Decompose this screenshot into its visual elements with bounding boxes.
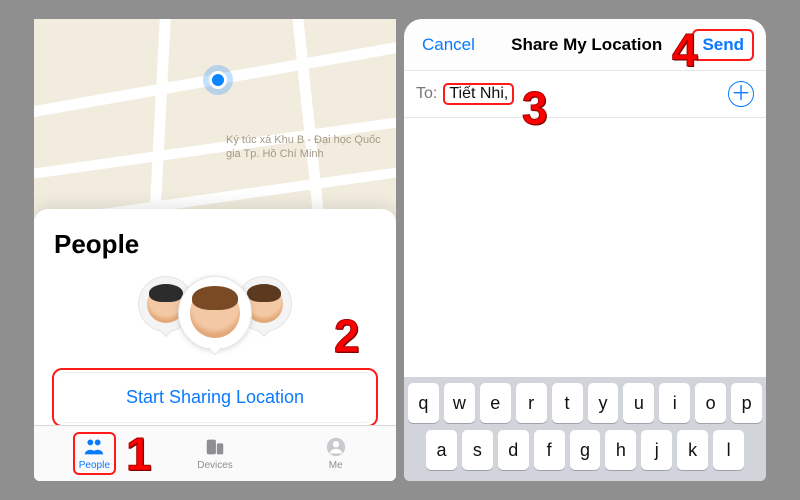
key[interactable]: e [480, 383, 511, 423]
tab-label: Me [329, 460, 343, 471]
add-contact-button[interactable]: ＋ [728, 81, 754, 107]
key[interactable]: o [695, 383, 726, 423]
memoji-avatars [50, 276, 380, 350]
key[interactable]: l [713, 430, 744, 470]
key[interactable]: j [641, 430, 672, 470]
keyboard[interactable]: q w e r t y u i o p a s d f g h j k l [404, 377, 766, 481]
key[interactable]: y [588, 383, 619, 423]
recipient-chip[interactable]: Tiết Nhi, [443, 83, 514, 105]
annotation-highlight: Send [692, 29, 754, 61]
recipient-row[interactable]: To: Tiết Nhi, ＋ [404, 71, 766, 118]
key[interactable]: s [462, 430, 493, 470]
cancel-button[interactable]: Cancel [416, 31, 481, 59]
me-icon [324, 436, 348, 458]
map-place-label: Ký túc xá Khu B - Đại học Quốc gia Tp. H… [226, 134, 396, 162]
to-label: To: [416, 85, 437, 103]
people-icon [82, 436, 106, 458]
start-sharing-location-button[interactable]: Start Sharing Location [56, 372, 374, 423]
tab-people[interactable]: People [34, 426, 155, 481]
devices-icon [203, 436, 227, 458]
annotation-highlight: Start Sharing Location [52, 368, 378, 427]
key[interactable]: h [605, 430, 636, 470]
share-location-compose-screen: Cancel Share My Location Send To: Tiết N… [404, 19, 766, 481]
map-view[interactable]: Ký túc xá Khu B - Đại học Quốc gia Tp. H… [34, 19, 396, 229]
sheet-title: People [54, 229, 380, 260]
key[interactable]: w [444, 383, 475, 423]
tab-devices[interactable]: Devices [155, 426, 276, 481]
avatar [178, 276, 252, 350]
key[interactable]: u [623, 383, 654, 423]
tab-bar: People Devices Me [34, 425, 396, 481]
key[interactable]: t [552, 383, 583, 423]
annotation-highlight: People [73, 432, 116, 475]
key[interactable]: i [659, 383, 690, 423]
tab-me[interactable]: Me [275, 426, 396, 481]
key[interactable]: g [570, 430, 601, 470]
suggestions-area [404, 118, 766, 328]
key[interactable]: r [516, 383, 547, 423]
key[interactable]: d [498, 430, 529, 470]
key[interactable]: k [677, 430, 708, 470]
send-button[interactable]: Send [696, 31, 750, 59]
plus-icon: ＋ [731, 83, 751, 105]
key[interactable]: q [408, 383, 439, 423]
findmy-people-screen: Ký túc xá Khu B - Đại học Quốc gia Tp. H… [34, 19, 396, 481]
key[interactable]: p [731, 383, 762, 423]
nav-bar: Cancel Share My Location Send [404, 19, 766, 71]
key[interactable]: f [534, 430, 565, 470]
keyboard-row: q w e r t y u i o p [408, 383, 762, 423]
key[interactable]: a [426, 430, 457, 470]
tab-label: People [79, 460, 110, 471]
keyboard-row: a s d f g h j k l [408, 430, 762, 470]
current-location-dot [209, 71, 227, 89]
nav-title: Share My Location [511, 35, 662, 55]
tab-label: Devices [197, 460, 233, 471]
